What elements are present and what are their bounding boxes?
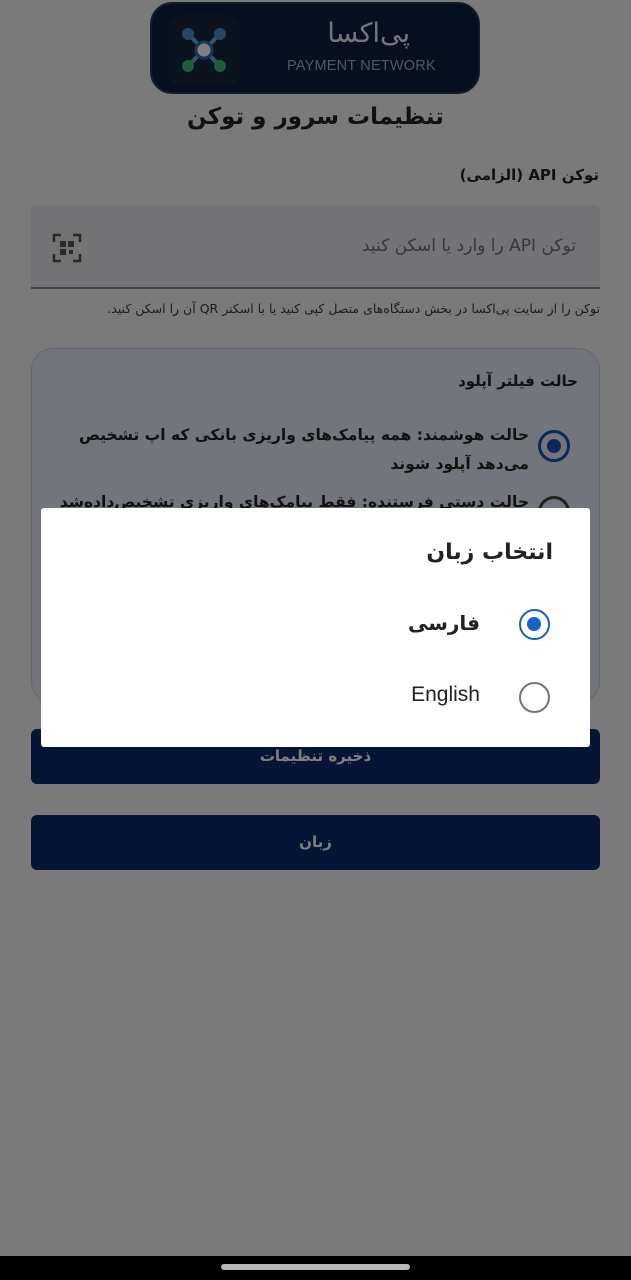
language-option-english-label[interactable]: English [411,683,480,707]
language-option-english-radio[interactable] [519,682,550,713]
dialog-title: انتخاب زبان [426,540,553,565]
language-dialog: انتخاب زبان فارسی English [41,508,590,747]
language-option-persian-label[interactable]: فارسی [408,611,480,635]
system-navigation-bar [0,1256,631,1280]
language-option-persian-radio[interactable] [519,609,550,640]
home-gesture-handle[interactable] [221,1264,410,1270]
